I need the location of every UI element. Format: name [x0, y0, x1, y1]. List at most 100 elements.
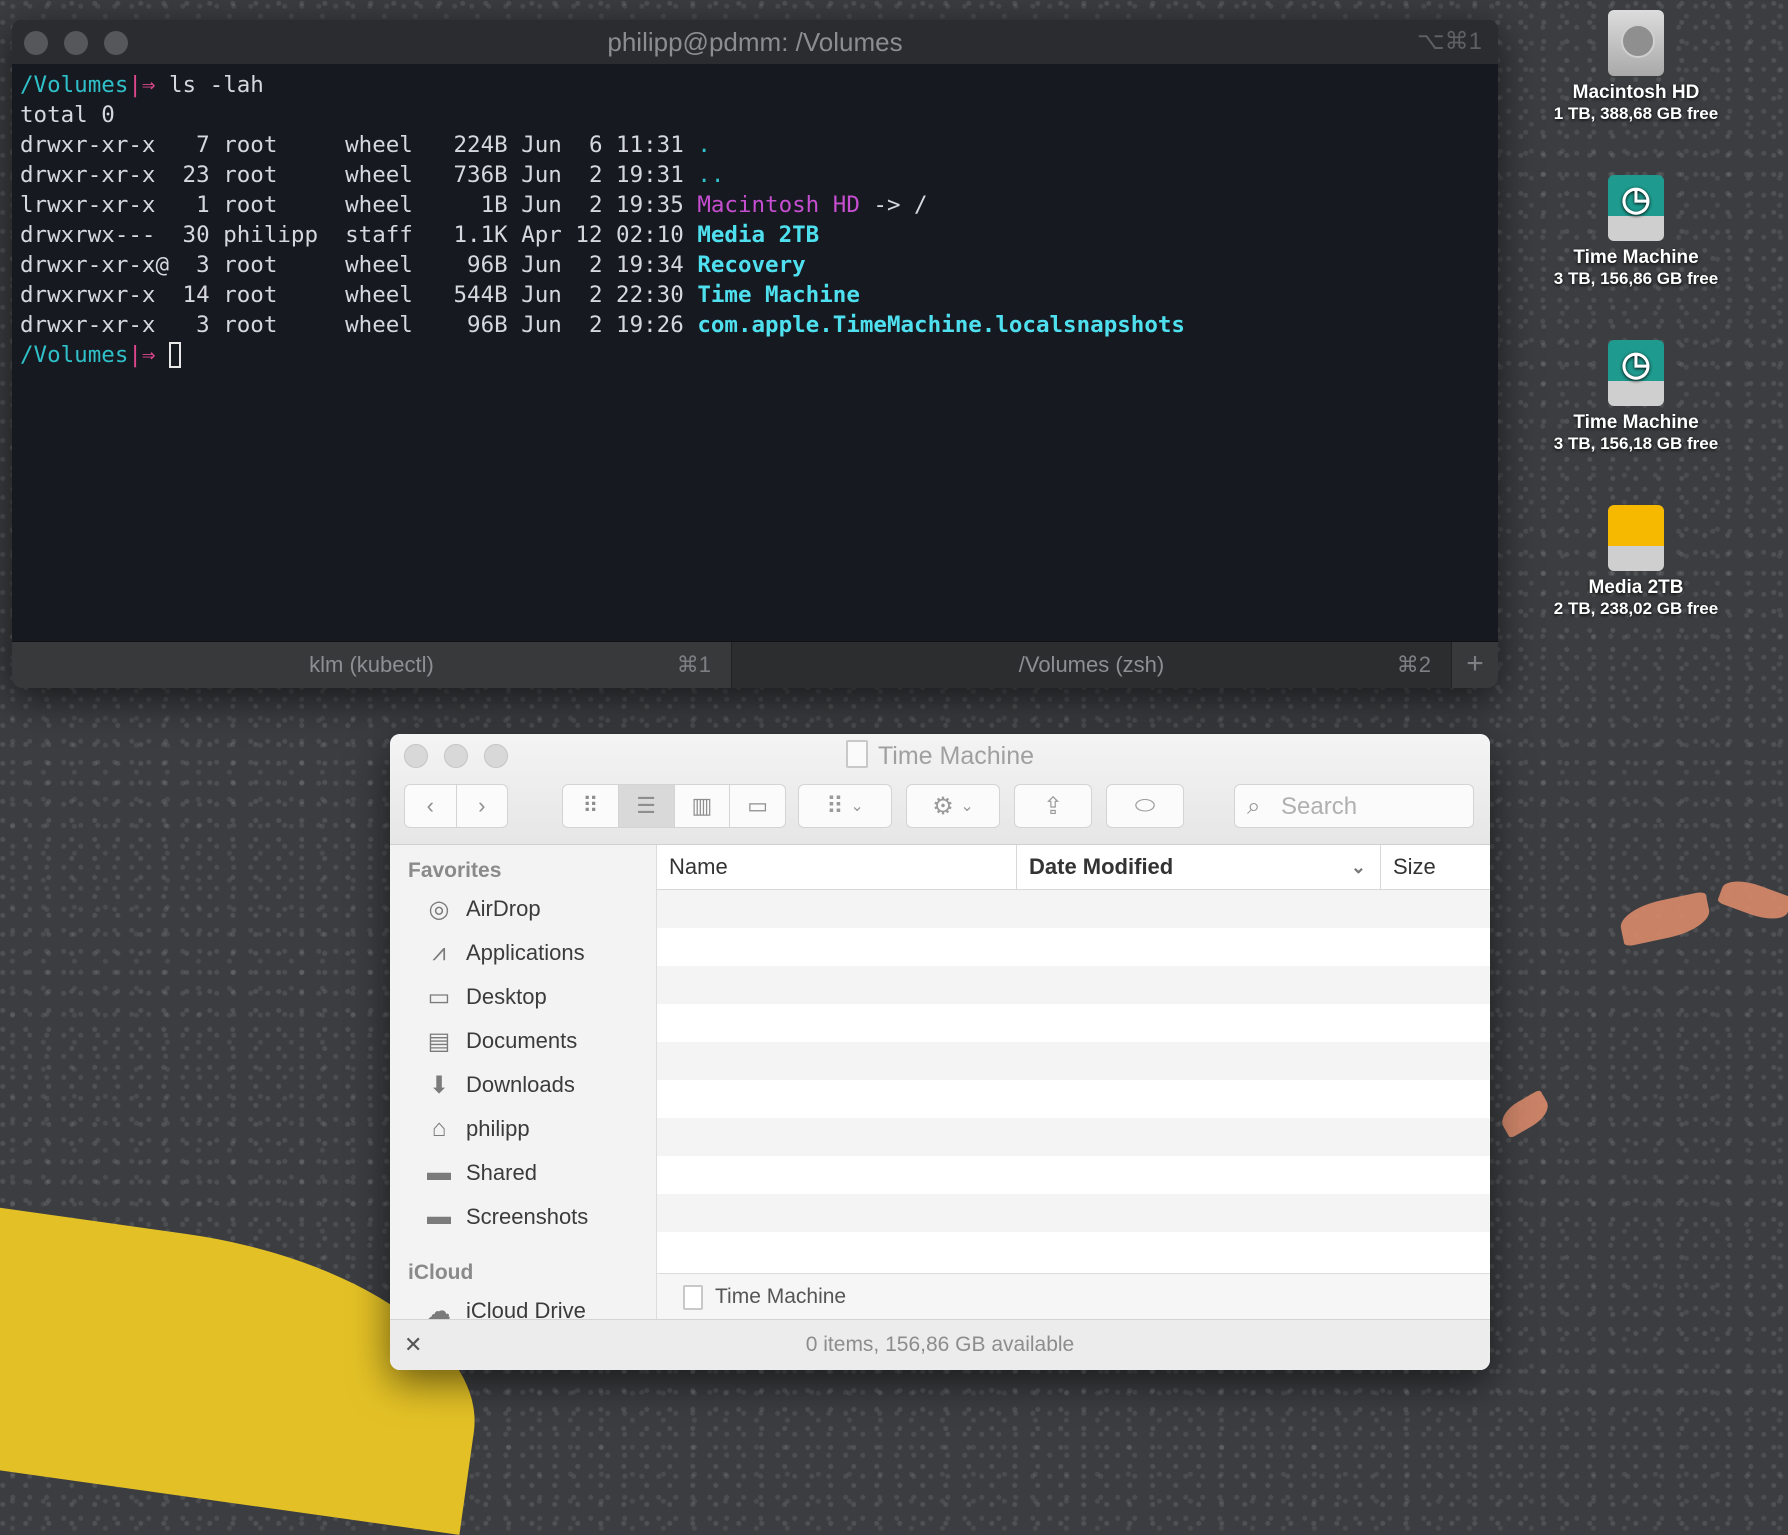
column-header-date-modified[interactable]: Date Modified ⌄	[1017, 845, 1381, 889]
new-tab-button[interactable]: +	[1452, 642, 1498, 688]
volume-name: Macintosh HD	[1572, 82, 1700, 103]
volume-info: 2 TB, 238,02 GB free	[1553, 599, 1719, 618]
tab-kubectl[interactable]: klm (kubectl) ⌘1	[12, 642, 732, 688]
sidebar-item-shared[interactable]: ▬ Shared	[390, 1151, 656, 1195]
empty-row	[657, 890, 1490, 928]
desktop-volume-time-machine-2[interactable]: Time Machine 3 TB, 156,18 GB free	[1530, 340, 1742, 454]
wrench-icon[interactable]: ✕	[404, 1320, 422, 1370]
chevron-right-icon: ›	[478, 793, 486, 818]
listing-row: drwxrwxr-x 14 root wheel 544B Jun 2 22:3…	[20, 280, 1490, 310]
search-input[interactable]	[1279, 791, 1463, 823]
gallery-icon: ▭	[747, 793, 769, 818]
tag-icon: ⬭	[1134, 792, 1156, 819]
desktop-volume-macintosh-hd[interactable]: Macintosh HD 1 TB, 388,68 GB free	[1530, 10, 1742, 124]
sidebar-item-icloud-drive[interactable]: ☁ iCloud Drive	[390, 1289, 656, 1321]
search-field[interactable]: ⌕	[1234, 784, 1474, 828]
listing-row: drwxrwx--- 30 philipp staff 1.1K Apr 12 …	[20, 220, 1490, 250]
tab-volumes-zsh[interactable]: /Volumes (zsh) ⌘2	[732, 642, 1452, 688]
listing-row: drwxr-xr-x 7 root wheel 224B Jun 6 11:31…	[20, 130, 1490, 160]
icon-view-button[interactable]: ⠿	[563, 785, 619, 827]
document-icon	[683, 1284, 703, 1310]
terminal-output[interactable]: /Volumes|⇒ ls -lah total 0 drwxr-xr-x 7 ro…	[12, 64, 1498, 636]
listing-name: Recovery	[697, 252, 806, 278]
sidebar-item-documents[interactable]: ▤ Documents	[390, 1019, 656, 1063]
action-button[interactable]: ⚙ ⌄	[906, 784, 1000, 828]
finder-toolbar: Time Machine ‹ › ⠿ ☰ ▥ ▭ ⠿ ⌄ ⚙ ⌄ ⇪ ⬭ ⌕	[390, 734, 1490, 845]
sidebar-item-label: Desktop	[466, 984, 547, 1009]
document-icon	[845, 740, 868, 768]
sidebar-item-label: Shared	[466, 1160, 537, 1185]
volume-info: 3 TB, 156,86 GB free	[1553, 269, 1719, 288]
sidebar-item-screenshots[interactable]: ▬ Screenshots	[390, 1195, 656, 1239]
column-header-date-label: Date Modified	[1029, 854, 1174, 879]
close-button[interactable]	[24, 31, 48, 55]
minimize-button[interactable]	[64, 31, 88, 55]
zoom-button[interactable]	[104, 31, 128, 55]
status-bar: ✕ 0 items, 156,86 GB available	[390, 1319, 1490, 1370]
desktop-volume-media-2tb[interactable]: Media 2TB 2 TB, 238,02 GB free	[1530, 505, 1742, 619]
desktop-icon: ▭	[427, 983, 451, 1011]
desktop-volume-time-machine-1[interactable]: Time Machine 3 TB, 156,86 GB free	[1530, 175, 1742, 289]
chevron-down-icon: ⌄	[960, 798, 974, 815]
list-icon: ☰	[636, 793, 656, 818]
sidebar-item-label: philipp	[466, 1116, 530, 1141]
terminal-title: philipp@pdmm: /Volumes	[607, 27, 903, 57]
prompt-path: /Volumes	[20, 342, 129, 368]
tab-label: /Volumes (zsh)	[1018, 652, 1165, 677]
folder-icon: ▬	[427, 1159, 451, 1186]
terminal-window: philipp@pdmm: /Volumes ⌥⌘1 /Volumes|⇒ ls…	[12, 20, 1498, 688]
path-item-time-machine[interactable]: Time Machine	[715, 1285, 846, 1309]
finder-sidebar: Favorites ◎ AirDrop ⩘ Applications ▭ Desktop ▤…	[390, 845, 657, 1320]
empty-row	[657, 1042, 1490, 1080]
listing-suffix: -> /	[859, 192, 928, 218]
tag-button[interactable]: ⬭	[1106, 784, 1184, 828]
sidebar-item-downloads[interactable]: ⬇ Downloads	[390, 1063, 656, 1107]
prompt-separator: |⇒	[128, 72, 156, 98]
chevron-down-icon: ⌄	[850, 798, 864, 815]
tab-shortcut: ⌘1	[676, 652, 711, 677]
airdrop-icon: ◎	[428, 895, 450, 923]
listing-row: lrwxr-xr-x 1 root wheel 1B Jun 2 19:35 M…	[20, 190, 1490, 220]
external-drive-icon	[1608, 505, 1664, 571]
listing-name: .	[697, 132, 711, 158]
column-header-name[interactable]: Name	[657, 845, 1017, 889]
empty-row	[657, 1004, 1490, 1042]
status-text: 0 items, 156,86 GB available	[805, 1333, 1075, 1356]
sidebar-item-applications[interactable]: ⩘ Applications	[390, 931, 656, 975]
sidebar-item-label: Documents	[466, 1028, 578, 1053]
listing-name: Macintosh HD	[697, 192, 860, 218]
file-rows	[657, 890, 1490, 1274]
current-prompt: /Volumes|⇒	[20, 340, 1490, 370]
columns-icon: ▥	[691, 793, 713, 818]
search-icon: ⌕	[1247, 793, 1261, 820]
gallery-view-button[interactable]: ▭	[730, 785, 785, 827]
listing-row: drwxr-xr-x 23 root wheel 736B Jun 2 19:3…	[20, 160, 1490, 190]
volume-name: Media 2TB	[1588, 577, 1684, 598]
sidebar-item-label: iCloud Drive	[466, 1298, 586, 1320]
share-button[interactable]: ⇪	[1014, 784, 1092, 828]
terminal-tab-bar: klm (kubectl) ⌘1 /Volumes (zsh) ⌘2 +	[12, 641, 1498, 688]
text-cursor[interactable]	[169, 342, 182, 368]
prompt-path: /Volumes	[20, 72, 129, 98]
list-view-button[interactable]: ☰	[618, 785, 675, 827]
back-button[interactable]: ‹	[405, 785, 457, 827]
column-header-size[interactable]: Size	[1381, 845, 1490, 889]
column-view-button[interactable]: ▥	[675, 785, 731, 827]
group-grid-icon: ⠿	[826, 792, 844, 820]
sidebar-item-airdrop[interactable]: ◎ AirDrop	[390, 887, 656, 931]
listing-name: com.apple.TimeMachine.localsnapshots	[697, 312, 1185, 338]
chevron-left-icon: ‹	[426, 793, 434, 818]
time-machine-drive-icon	[1608, 175, 1664, 241]
listing-row: drwxr-xr-x 3 root wheel 96B Jun 2 19:26 …	[20, 310, 1490, 340]
volume-info: 1 TB, 388,68 GB free	[1553, 104, 1719, 123]
sidebar-item-philipp[interactable]: ⌂ philipp	[390, 1107, 656, 1151]
sidebar-item-desktop[interactable]: ▭ Desktop	[390, 975, 656, 1019]
group-button[interactable]: ⠿ ⌄	[798, 784, 892, 828]
forward-button[interactable]: ›	[457, 785, 508, 827]
applications-icon: ⩘	[432, 939, 446, 966]
terminal-titlebar[interactable]: philipp@pdmm: /Volumes ⌥⌘1	[12, 20, 1498, 64]
listing-name: ..	[697, 162, 725, 188]
icloud-list: ☁ iCloud Drive	[390, 1289, 656, 1321]
cloud-icon: ☁	[427, 1297, 451, 1321]
column-headers: Name Date Modified ⌄ Size	[657, 845, 1490, 890]
